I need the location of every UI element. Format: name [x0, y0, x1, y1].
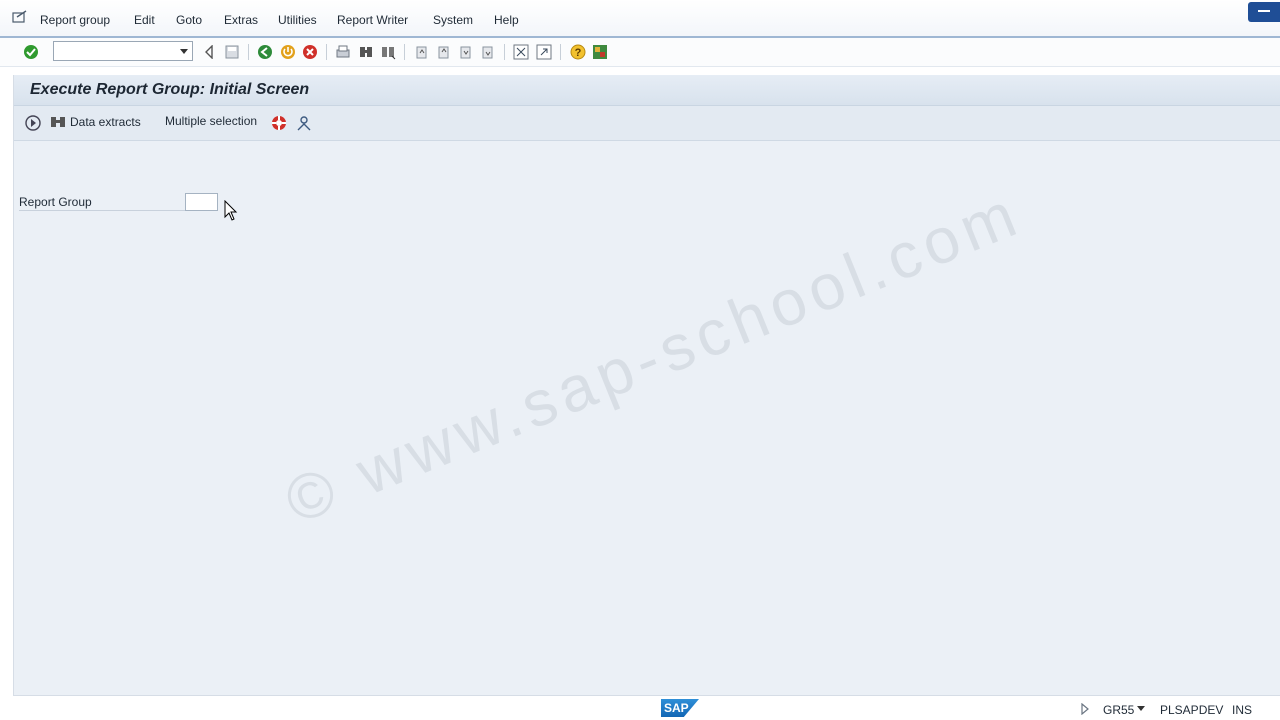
shortcut-icon[interactable]: [535, 43, 553, 61]
menu-help[interactable]: Help: [494, 13, 519, 27]
last-page-icon[interactable]: [479, 43, 497, 61]
back-green-icon[interactable]: [256, 43, 274, 61]
previous-page-icon[interactable]: [435, 43, 453, 61]
exit-icon[interactable]: [279, 43, 297, 61]
user-settings-button[interactable]: [295, 114, 313, 132]
menu-system[interactable]: System: [433, 13, 473, 27]
binoculars-icon: [51, 117, 65, 127]
report-group-input[interactable]: [187, 195, 220, 211]
print-icon[interactable]: [334, 43, 352, 61]
status-bar: SAP GR55 PLSAPDEV INS: [0, 697, 1280, 720]
sap-logo: SAP: [661, 699, 699, 717]
toolbar-separator: [504, 44, 505, 60]
customize-layout-icon[interactable]: [591, 43, 609, 61]
menu-report-group[interactable]: Report group: [40, 13, 110, 27]
chevron-down-icon[interactable]: [1137, 706, 1145, 712]
find-next-icon[interactable]: [379, 43, 397, 61]
menu-icon[interactable]: [12, 10, 28, 24]
command-field[interactable]: [53, 41, 193, 61]
toolbar-separator: [404, 44, 405, 60]
multiple-selection-label: Multiple selection: [165, 114, 258, 128]
next-page-icon[interactable]: [457, 43, 475, 61]
menu-report-writer[interactable]: Report Writer: [337, 13, 408, 27]
toolbar-separator: [560, 44, 561, 60]
first-page-icon[interactable]: [413, 43, 431, 61]
execute-icon: [25, 115, 41, 131]
find-icon[interactable]: [357, 43, 375, 61]
page-title: Execute Report Group: Initial Screen: [30, 81, 310, 98]
command-input[interactable]: [57, 43, 179, 61]
menu-utilities[interactable]: Utilities: [278, 13, 317, 27]
mouse-pointer-icon: [224, 200, 238, 221]
application-toolbar: Data extracts Multiple selection: [14, 106, 1280, 141]
chevron-down-icon[interactable]: [180, 49, 188, 54]
data-extracts-label: Data extracts: [70, 115, 141, 129]
save-icon[interactable]: [223, 43, 241, 61]
enter-icon[interactable]: [22, 43, 40, 61]
toolbar-separator: [326, 44, 327, 60]
data-extracts-button[interactable]: Data extracts: [50, 114, 141, 130]
menu-goto[interactable]: Goto: [176, 13, 202, 27]
lifesaver-button[interactable]: [270, 114, 288, 132]
back-icon[interactable]: [200, 43, 218, 61]
execute-button[interactable]: [24, 114, 42, 132]
toolbar-separator: [248, 44, 249, 60]
expand-status-icon[interactable]: [1080, 703, 1090, 715]
menu-extras[interactable]: Extras: [224, 13, 258, 27]
standard-toolbar: ?: [0, 38, 1280, 67]
svg-text:?: ?: [575, 47, 582, 59]
title-bar: Execute Report Group: Initial Screen: [14, 75, 1280, 106]
report-group-label: Report Group: [19, 195, 92, 209]
transaction-code: GR55: [1103, 703, 1135, 717]
report-group-field[interactable]: [185, 193, 220, 211]
menu-bar: Report group Edit Goto Extras Utilities …: [0, 0, 1280, 38]
label-underline: [19, 210, 185, 211]
cancel-icon[interactable]: [301, 43, 319, 61]
minimize-button[interactable]: [1248, 2, 1280, 22]
lifesaver-icon: [272, 116, 286, 130]
system-name: PLSAPDEV: [1160, 703, 1224, 717]
insert-mode[interactable]: INS: [1232, 703, 1252, 717]
multiple-selection-button[interactable]: Multiple selection: [165, 114, 257, 128]
create-session-icon[interactable]: [512, 43, 530, 61]
user-icon: [297, 116, 311, 131]
help-icon[interactable]: ?: [569, 43, 587, 61]
menu-edit[interactable]: Edit: [134, 13, 155, 27]
